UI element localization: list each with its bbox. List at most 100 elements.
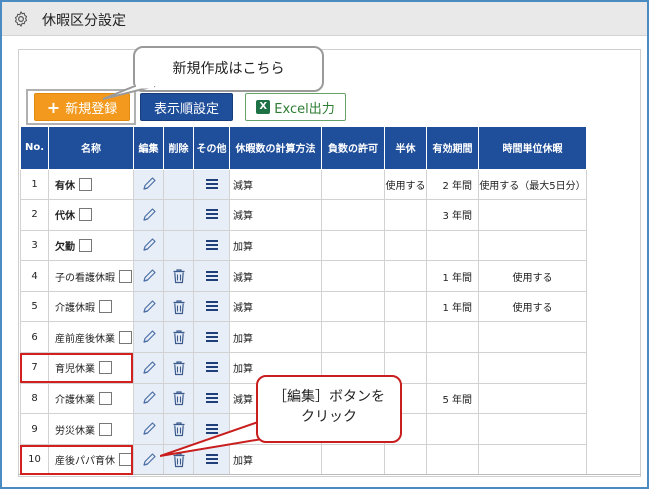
edit-pencil-icon[interactable] bbox=[141, 330, 157, 343]
half-day bbox=[384, 321, 427, 354]
calc-method: 減算 bbox=[229, 199, 322, 231]
edit-pencil-icon[interactable] bbox=[141, 453, 157, 466]
checkbox[interactable] bbox=[99, 422, 112, 436]
leave-name: 介護休業 bbox=[55, 394, 95, 406]
new-hint-text: 新規作成はこちら bbox=[172, 61, 285, 77]
edit-pencil-icon[interactable] bbox=[141, 361, 157, 374]
row-7-highlight bbox=[20, 353, 133, 383]
hourly-leave: 使用する bbox=[478, 260, 587, 292]
row-number: 1 bbox=[20, 168, 49, 201]
other-cell bbox=[193, 260, 230, 292]
calc-method: 加算 bbox=[229, 229, 322, 262]
menu-icon[interactable] bbox=[205, 239, 218, 250]
calc-method: 減算 bbox=[229, 260, 322, 292]
edit-pencil-icon[interactable] bbox=[141, 208, 157, 221]
row-number: 3 bbox=[20, 229, 49, 262]
other-cell bbox=[193, 199, 230, 231]
calc-method: 加算 bbox=[229, 321, 322, 354]
edit-pencil-icon[interactable] bbox=[141, 391, 157, 405]
checkbox[interactable] bbox=[99, 300, 112, 314]
negative-allowed bbox=[321, 443, 385, 476]
callout-tail bbox=[102, 86, 156, 100]
row-number: 6 bbox=[20, 321, 49, 354]
leave-name: 産前産後休業 bbox=[55, 333, 115, 345]
leave-name: 労災休業 bbox=[55, 425, 95, 437]
column-header: 名称 bbox=[48, 127, 134, 170]
valid-period: 1 年間 bbox=[426, 260, 479, 292]
negative-allowed bbox=[321, 290, 385, 323]
edit-cell bbox=[133, 229, 164, 262]
leave-name-cell: 欠勤 bbox=[48, 229, 134, 262]
leave-name-cell: 子の看護休暇 bbox=[48, 260, 134, 292]
column-header: 半休 bbox=[384, 127, 427, 170]
table-row: 2 代休 減算 3 年間 bbox=[20, 199, 587, 231]
valid-period: 3 年間 bbox=[426, 199, 479, 231]
negative-allowed bbox=[321, 321, 385, 354]
checkbox[interactable] bbox=[79, 208, 92, 222]
menu-icon[interactable] bbox=[205, 301, 218, 312]
valid-period bbox=[426, 352, 479, 384]
delete-trash-icon[interactable] bbox=[172, 391, 186, 406]
delete-trash-icon[interactable] bbox=[172, 300, 186, 314]
edit-cell bbox=[133, 352, 164, 384]
excel-icon: X bbox=[256, 100, 271, 114]
other-cell bbox=[193, 321, 230, 354]
checkbox[interactable] bbox=[79, 238, 92, 252]
menu-icon[interactable] bbox=[205, 178, 218, 189]
edit-pencil-icon[interactable] bbox=[141, 177, 157, 190]
delete-cell bbox=[163, 260, 194, 292]
hourly-leave bbox=[478, 413, 587, 445]
gear-icon[interactable] bbox=[12, 10, 30, 28]
menu-icon[interactable] bbox=[205, 331, 218, 342]
row-number: 4 bbox=[20, 260, 49, 292]
leave-name-cell: 有休 bbox=[48, 168, 134, 201]
edit-cell bbox=[133, 168, 164, 201]
excel-export-button[interactable]: X Excel出力 bbox=[245, 93, 346, 121]
menu-icon[interactable] bbox=[205, 270, 218, 281]
column-header: 削除 bbox=[163, 127, 194, 170]
half-day bbox=[384, 199, 427, 231]
table-row: 6 産前産後休業 加算 bbox=[20, 321, 587, 354]
half-day: 使用する bbox=[384, 168, 427, 201]
menu-icon[interactable] bbox=[205, 209, 218, 220]
new-hint-callout: 新規作成はこちら bbox=[133, 46, 324, 92]
delete-trash-icon[interactable] bbox=[172, 361, 186, 375]
display-order-label: 表示順設定 bbox=[153, 101, 219, 117]
delete-cell bbox=[163, 199, 194, 231]
negative-allowed bbox=[321, 199, 385, 231]
valid-period bbox=[426, 443, 479, 476]
negative-allowed bbox=[321, 168, 385, 201]
edit-pencil-icon[interactable] bbox=[141, 300, 157, 313]
edit-pencil-icon[interactable] bbox=[141, 238, 157, 252]
edit-cell bbox=[133, 321, 164, 354]
row-number: 2 bbox=[20, 199, 49, 231]
table-row: 5 介護休暇 減算 1 年間 使用する bbox=[20, 290, 587, 323]
edit-pencil-icon[interactable] bbox=[141, 269, 157, 282]
column-header: 時間単位休暇 bbox=[478, 127, 587, 170]
edit-hint-line1: ［編集］ボタンを bbox=[273, 389, 385, 405]
table-header-row: No. 名称 編集 削除 その他 休暇数の計算方法 負数の許可 半休 有効期間 時間単位休暇 bbox=[20, 127, 587, 170]
leave-name: 子の看護休暇 bbox=[55, 272, 115, 284]
delete-trash-icon[interactable] bbox=[172, 330, 186, 345]
half-day bbox=[384, 260, 427, 292]
other-cell bbox=[193, 229, 230, 262]
column-header: 休暇数の計算方法 bbox=[229, 127, 322, 170]
menu-icon[interactable] bbox=[205, 362, 218, 373]
negative-allowed bbox=[321, 260, 385, 292]
checkbox[interactable] bbox=[119, 269, 132, 283]
column-header: その他 bbox=[193, 127, 230, 170]
negative-allowed bbox=[321, 229, 385, 262]
edit-pencil-icon[interactable] bbox=[141, 422, 157, 435]
leave-name-cell: 代休 bbox=[48, 199, 134, 231]
checkbox[interactable] bbox=[79, 177, 92, 191]
checkbox[interactable] bbox=[119, 330, 132, 344]
valid-period bbox=[426, 321, 479, 354]
hourly-leave bbox=[478, 229, 587, 262]
calc-method: 減算 bbox=[229, 168, 322, 201]
leave-name: 欠勤 bbox=[55, 241, 75, 253]
delete-trash-icon[interactable] bbox=[172, 269, 186, 284]
checkbox[interactable] bbox=[99, 391, 112, 405]
edit-cell bbox=[133, 443, 164, 476]
menu-icon[interactable] bbox=[205, 392, 218, 403]
edit-cell bbox=[133, 260, 164, 292]
